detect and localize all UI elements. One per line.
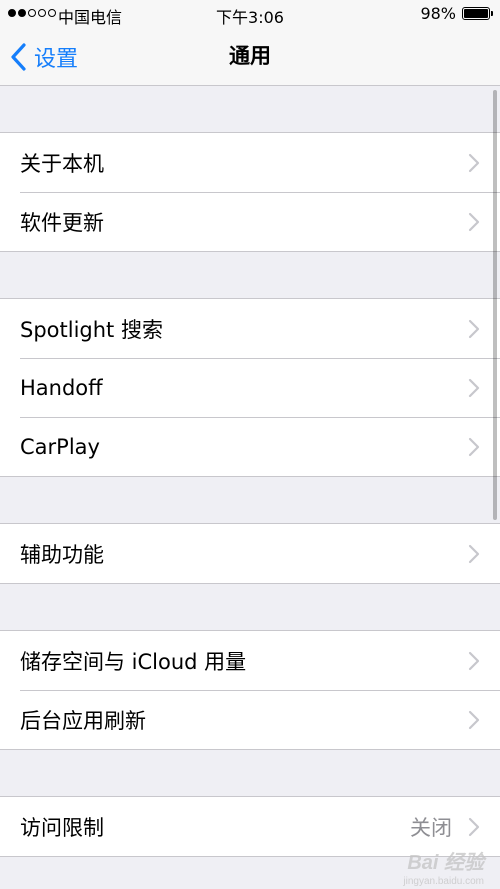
baidu-jingyan-watermark: Bai 经验 jingyan.baidu.com [403,846,484,887]
settings-group-storage: 储存空间与 iCloud 用量 后台应用刷新 [0,630,500,750]
row-label: 后台应用刷新 [20,708,146,733]
settings-group-about: 关于本机 软件更新 [0,132,500,252]
row-storage-icloud-usage[interactable]: 储存空间与 iCloud 用量 [0,631,500,690]
watermark-text: Bai 经验 [407,852,484,874]
navigation-bar: 设置 通用 [0,28,500,86]
settings-group-features: Spotlight 搜索 Handoff CarPlay [0,298,500,477]
row-handoff[interactable]: Handoff [0,358,500,417]
row-label: 储存空间与 iCloud 用量 [20,649,247,674]
row-label: 软件更新 [20,210,104,235]
settings-list: 关于本机 软件更新 Spotlight 搜索 Handoff CarPlay 辅… [0,86,500,857]
battery-percentage: 98% [420,4,456,23]
row-label: 访问限制 [20,815,104,840]
row-accessibility[interactable]: 辅助功能 [0,524,500,583]
settings-group-accessibility: 辅助功能 [0,523,500,584]
row-label: CarPlay [20,434,100,459]
scroll-indicator[interactable] [493,90,497,520]
row-label: Spotlight 搜索 [20,317,163,342]
battery-tip [491,11,493,16]
row-carplay[interactable]: CarPlay [0,417,500,476]
row-label: Handoff [20,375,103,400]
battery-fill [464,9,488,18]
row-about[interactable]: 关于本机 [0,133,500,192]
row-spotlight-search[interactable]: Spotlight 搜索 [0,299,500,358]
chevron-right-icon [468,378,480,397]
row-label: 辅助功能 [20,542,104,567]
battery-icon [462,7,490,20]
watermark-url: jingyan.baidu.com [403,876,484,887]
page-title: 通用 [229,44,271,68]
chevron-right-icon [468,319,480,338]
chevron-right-icon [468,437,480,456]
status-bar: 中国电信 下午3:06 98% [0,0,500,28]
restrictions-status: 关闭 [410,815,452,840]
chevron-right-icon [468,153,480,172]
row-software-update[interactable]: 软件更新 [0,192,500,251]
chevron-right-icon [468,710,480,729]
row-background-app-refresh[interactable]: 后台应用刷新 [0,690,500,749]
chevron-right-icon [468,212,480,231]
chevron-right-icon [468,544,480,563]
chevron-right-icon [468,651,480,670]
row-label: 关于本机 [20,151,104,176]
chevron-right-icon [468,817,480,836]
